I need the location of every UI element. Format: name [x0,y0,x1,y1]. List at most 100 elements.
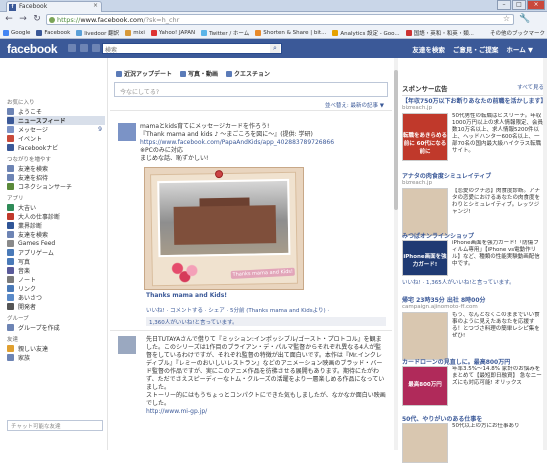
feedback-link[interactable]: ご意見・ご提案 [453,44,499,54]
maximize-button[interactable]: □ [512,0,526,10]
bookmark-item[interactable]: Facebook [36,29,70,36]
post2-link[interactable]: http://www.mi-gp.jp/ [146,408,386,416]
sidebar-item[interactable]: 大吉い [7,203,105,212]
sidebar-item[interactable]: アプリゲーム [7,248,105,257]
tab-close-icon[interactable]: × [93,2,98,9]
page-avatar[interactable] [118,123,136,141]
tab-status-update[interactable]: 近況アップデート [116,69,172,78]
sidebar-item-icon [7,183,14,190]
window-scrollbar[interactable] [543,58,547,450]
divider [110,110,392,111]
bookmark-item[interactable]: Analytics 設定 - Goo... [332,29,400,37]
ad-body-text: 年率3.5%〜14.8% 家計のお悩みをまとめて【最短即日融資】 急なニーズにも… [452,366,542,386]
url-prefix: https:// [57,16,81,24]
sidebar-item-icon [7,276,14,283]
feed-scrollbar-thumb[interactable] [394,70,398,210]
sidebar-item[interactable]: 友達を招待 [7,173,105,182]
ad-image[interactable]: iPhone画面を強力ガード! [402,240,448,276]
ad-banner-text: iPhone画面を強力ガード! [403,241,447,275]
bookmark-item[interactable]: 国語・英和・和英・類... [405,29,474,37]
composer-tabs: 近況アップデート 写真・動画 クエスチョン [116,69,270,78]
sidebar-item[interactable]: 業界診断 [7,221,105,230]
sidebar-item[interactable]: 親しい友達 [7,344,105,353]
ad-title-link[interactable]: 【年収750万以下お断りあなたの前職を活かします】 [402,96,547,105]
find-friends-link[interactable]: 友達を検索 [412,44,445,54]
sidebar-item[interactable]: Facebookナビ [7,143,105,152]
other-bookmarks[interactable]: その他のブックマーク [490,29,545,37]
notifications-icon[interactable] [92,44,100,52]
ad-image[interactable]: 転職をあきらめる前に 60代になる前に [402,113,448,161]
photo-card: Thanks mama and Kids! [150,170,298,287]
sidebar-item[interactable]: 友達を検索 [7,164,105,173]
sidebar-item-icon [7,204,14,211]
sidebar-item[interactable]: コネクションサーチ [7,182,105,191]
count-badge: 9 [98,126,102,133]
search-icon[interactable]: ⌕ [270,44,280,53]
bookmark-item[interactable]: Twitter / ホーム [201,29,249,37]
bookmark-star-icon[interactable]: ☆ [503,14,510,23]
sidebar-item[interactable]: 開発者 [7,302,105,311]
ad-image[interactable] [402,312,448,360]
wrench-menu-icon[interactable]: 🔧 [518,13,532,25]
forward-icon[interactable]: → [16,13,30,25]
ad-body-text: もう、なんとなくこのままでいい食事のように見えたあなたを応援する！とつづさ料理の… [452,312,540,339]
sidebar-item[interactable]: 写真 [7,257,105,266]
url-path: /?sk=h_chr [143,16,180,24]
bookmark-item[interactable]: mixi [125,29,145,36]
sidebar-item[interactable]: Games Feed [7,239,105,248]
back-icon[interactable]: ← [2,13,16,25]
sidebar-item[interactable]: 大人の仕事診断 [7,212,105,221]
ad-title-link[interactable]: 帰宅 23時35分 出社 8時00分 [402,295,544,304]
sort-link[interactable]: 並べ替え: 最新の記事 ▼ [325,101,384,109]
sidebar-item[interactable]: メッセージ 9 [7,125,105,134]
likes-summary[interactable]: 1,360人がいいね!と言っています。 [146,317,386,326]
status-composer-input[interactable]: 今なにしてる? [114,82,388,97]
sidebar-item[interactable]: ノート [7,275,105,284]
ad-domain: bizreach.jp [402,105,433,111]
tab-photo-video[interactable]: 写真・動画 [180,69,218,78]
post-actions[interactable]: いいね! · コメントする · シェア · 5分前 (Thanks mama a… [146,306,329,314]
post-link[interactable]: https://www.facebook.com/PapaAndKids/app… [140,139,378,147]
sidebar-item[interactable]: イベント [7,134,105,143]
sidebar-item-icon [7,249,14,256]
home-menu-link[interactable]: ホーム ▼ [506,44,533,54]
sidebar-item[interactable]: ようこそ [7,107,105,116]
sidebar-item[interactable]: 家族 [7,353,105,362]
photo-title-link[interactable]: Thanks mama and Kids! [146,292,227,299]
ad-title-link[interactable]: カードローンの見直しに。最高800万円 [402,357,544,366]
minimize-button[interactable]: – [497,0,511,10]
messages-icon[interactable] [80,44,88,52]
chat-search-input[interactable]: チャット可能な友達 [7,420,103,431]
facebook-logo[interactable]: facebook [7,42,58,56]
tab-question[interactable]: クエスチョン [226,69,270,78]
ad-title-link[interactable]: 50代、やりがいのある仕事を [402,414,544,423]
reload-icon[interactable]: ↻ [30,13,44,25]
post-photo[interactable]: Thanks mama and Kids! [144,167,304,290]
sidebar-item[interactable]: ニュースフィード [7,116,105,125]
search-input[interactable]: 検索 ⌕ [102,43,282,54]
ad-title-link[interactable]: みつばオンラインショップ [402,231,544,240]
close-window-button[interactable]: × [527,0,545,10]
sidebar-item[interactable]: グループを作成 [7,323,105,332]
sidebar-item[interactable]: 音楽 [7,266,105,275]
ad-title-link[interactable]: アナタの肉食度シミュレイティブ [402,171,544,180]
browser-tab[interactable]: f Facebook × [6,1,102,12]
bookmark-item[interactable]: Google [3,29,30,36]
friend-requests-icon[interactable] [68,44,76,52]
ad-image[interactable] [402,423,448,463]
sidebar-item-icon [7,258,14,265]
see-all-link[interactable]: すべて見る [517,83,544,91]
user-avatar[interactable] [118,336,136,354]
ad-image[interactable]: 最高800万円 [402,366,448,406]
address-bar[interactable]: https://www.facebook.com/?sk=h_chr ☆ [46,14,514,25]
header-links: 友達を検索 ご意見・ご提案 ホーム ▼ [412,44,533,54]
sidebar-item[interactable]: あいさつ [7,293,105,302]
bookmark-item[interactable]: livedoor 翻訳 [76,29,119,37]
bookmark-favicon-icon [150,29,157,36]
sidebar-item[interactable]: 友達を検索 [7,230,105,239]
ad-image[interactable] [402,188,448,236]
bookmark-item[interactable]: Yahoo! JAPAN [150,29,195,36]
bookmark-item[interactable]: Shorten & Share | bit... [255,29,326,36]
sidebar-item[interactable]: リンク [7,284,105,293]
ad-likes[interactable]: いいね! · 1,365人がいいね!と言っています。 [402,278,515,286]
